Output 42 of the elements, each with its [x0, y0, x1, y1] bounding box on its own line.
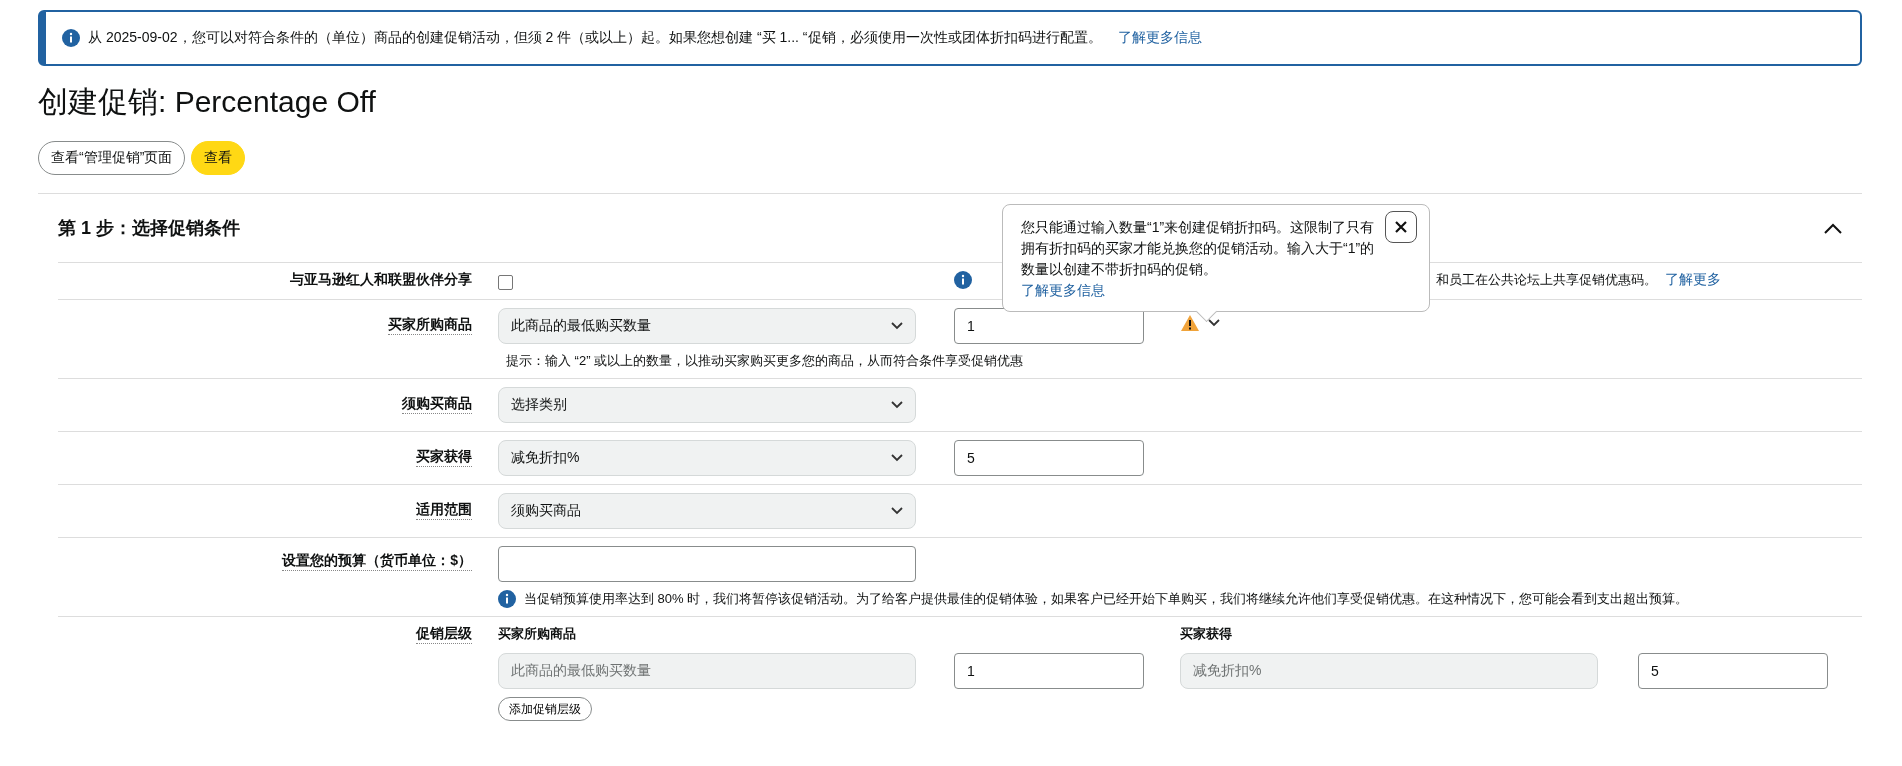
caret-icon [1208, 319, 1220, 327]
view-button[interactable]: 查看 [191, 141, 246, 175]
dropdown[interactable]: 此商品的最低购买数量 [498, 308, 916, 344]
hint-text: 当促销预算使用率达到 80% 时，我们将暂停该促销活动。为了给客户提供最佳的促销体验，如果客户已经开始下单购买，我们将继续允许他们享受促销优惠。在这种情况下，您可能会看到支出超出预算。 [524, 590, 1689, 608]
dropdown[interactable]: 须购买商品 [498, 493, 916, 529]
dropdown[interactable]: 选择类别 [498, 387, 916, 423]
checkbox[interactable] [498, 275, 513, 290]
banner-text: 从 2025-09-02，您可以对符合条件的（单位）商品的创建促销活动，但须 2 件（或以上）起。如果您想创建 “买 1... “促销，必须使用一次性或团体折扣码进行配置。 [88, 29, 1102, 47]
field-label: 设置您的预算（货币单位：$） [282, 546, 472, 571]
close-button[interactable] [1385, 211, 1417, 243]
step-title: 第 1 步：选择促销条件 [58, 217, 240, 240]
learn-more-link[interactable]: 了解更多信息 [1021, 280, 1105, 301]
info-icon [62, 29, 80, 47]
hint-text: 和员工在公共论坛上共享促销优惠码。 [1436, 272, 1657, 287]
caret-icon [891, 401, 903, 409]
field-label: 与亚马逊红人和联盟伙伴分享 [290, 271, 472, 289]
field-label: 须购买商品 [402, 387, 472, 414]
caret-icon [891, 322, 903, 330]
column-header: 买家所购商品 [498, 625, 577, 643]
warning-icon[interactable] [1180, 314, 1200, 332]
dropdown[interactable]: 减免折扣% [498, 440, 916, 476]
page-title: 创建促销: Percentage Off [38, 84, 377, 120]
add-tier-button[interactable]: 添加促销层级 [498, 697, 592, 721]
column-header: 买家获得 [1180, 625, 1233, 643]
field-label: 促销层级 [416, 625, 472, 644]
budget-input[interactable] [498, 546, 916, 582]
field-label: 适用范围 [416, 493, 472, 520]
learn-more-link[interactable]: 了解更多 [1665, 271, 1721, 287]
chevron-icon[interactable] [1824, 222, 1842, 234]
info-icon [954, 271, 972, 289]
field-label: 买家所购商品 [388, 308, 472, 335]
learn-more-link[interactable]: 了解更多信息 [1117, 29, 1202, 47]
info-icon [498, 590, 516, 608]
hint-text: 提示：输入 “2” 或以上的数量，以推动买家购买更多您的商品，从而符合条件享受促销优惠 [506, 352, 1024, 370]
quantity-input[interactable]: 1 [954, 308, 1144, 344]
close-icon [1394, 220, 1408, 234]
caret-icon [891, 507, 903, 515]
manage-promotions-button[interactable]: 查看“管理促销”页面 [38, 141, 186, 175]
tooltip-text: 您只能通过输入数量“1”来创建促销折扣码。这限制了只有拥有折扣码的买家才能兑换您的促销活动。输入大于“1”的数量以创建不带折扣码的促销。 [1021, 218, 1376, 279]
field-label: 买家获得 [416, 440, 472, 467]
caret-icon [891, 454, 903, 462]
quantity-input[interactable]: 5 [954, 440, 1144, 476]
